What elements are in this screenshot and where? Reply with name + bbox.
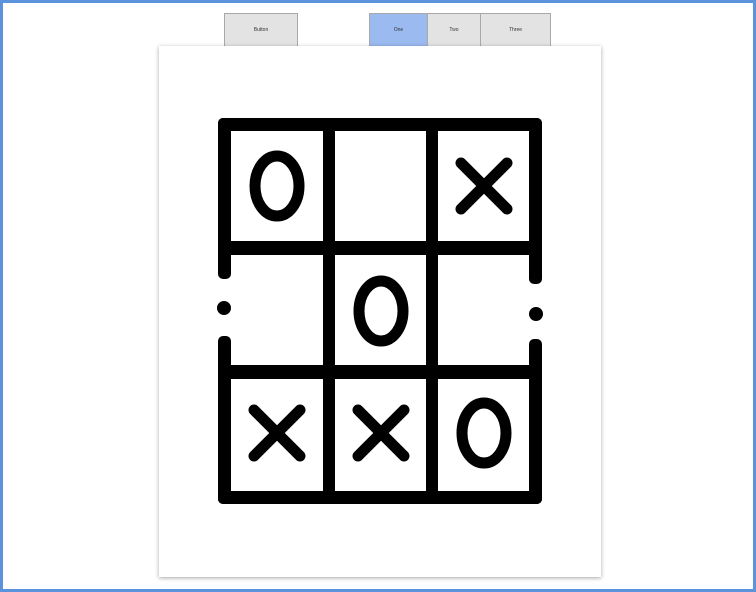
window-frame: Button One Two Three — [0, 0, 756, 592]
button[interactable]: Button — [224, 13, 298, 46]
board-right-top — [529, 118, 542, 284]
x-mark-6 — [248, 404, 306, 462]
segmented-control: One Two Three — [369, 13, 551, 46]
o-mark-0 — [249, 150, 305, 222]
board-left-bottom — [218, 336, 231, 504]
board-top-bar — [218, 118, 542, 131]
x-mark-7 — [352, 404, 410, 462]
x-mark-2 — [455, 157, 513, 215]
segment-three[interactable]: Three — [481, 13, 551, 46]
tic-tac-toe-icon — [217, 118, 543, 504]
board-right-dot — [529, 307, 543, 321]
grid-horizontal-2 — [218, 365, 542, 379]
board-right-bottom — [529, 339, 542, 504]
o-mark-4 — [353, 275, 409, 347]
grid-horizontal-1 — [218, 241, 542, 255]
grid-vertical-1 — [323, 118, 335, 504]
board-bottom-bar — [218, 491, 542, 504]
o-mark-8 — [456, 397, 512, 469]
segment-one[interactable]: One — [369, 13, 428, 46]
board-left-dot — [217, 301, 231, 315]
grid-vertical-2 — [426, 118, 438, 504]
image-card — [159, 46, 601, 577]
board-marks — [248, 150, 513, 469]
segment-two[interactable]: Two — [428, 13, 481, 46]
